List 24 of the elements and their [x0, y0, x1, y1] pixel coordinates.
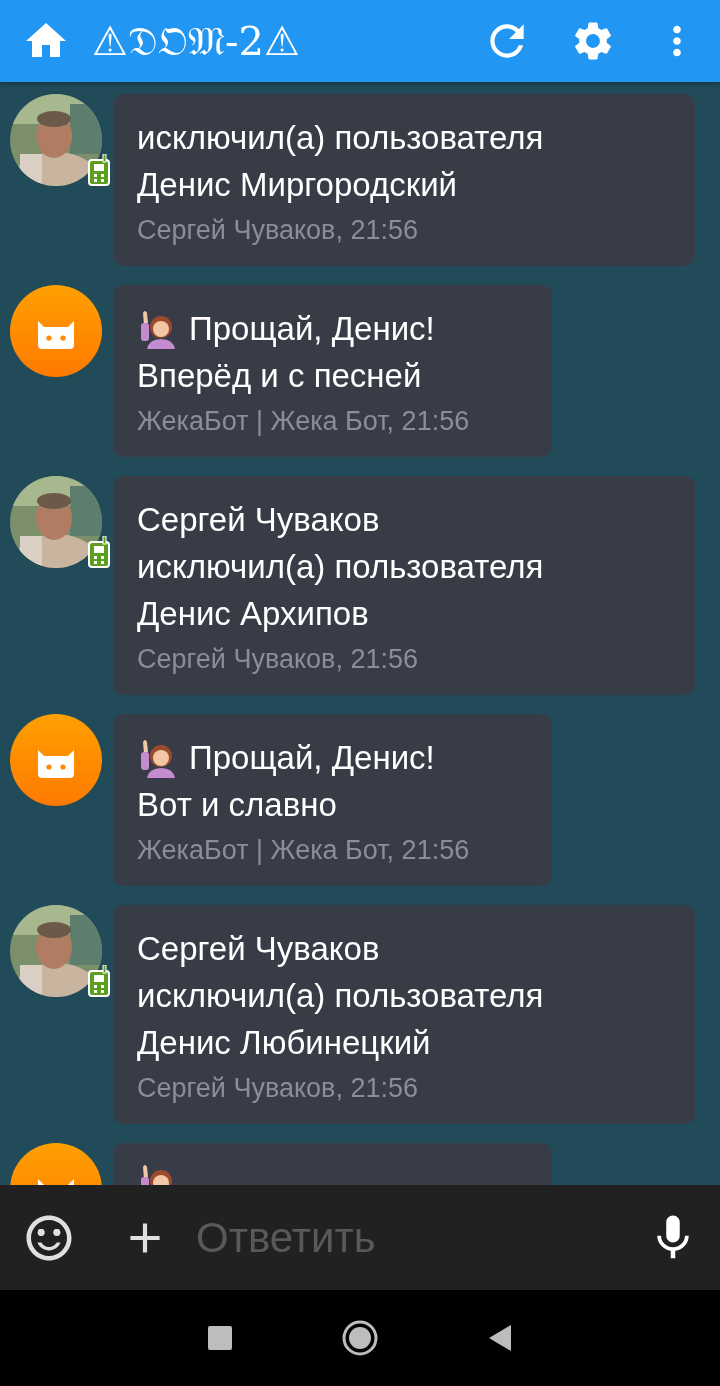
message-meta: Сергей Чуваков, 21:56	[137, 1072, 419, 1105]
message-text: Вперёд и с песней	[137, 356, 422, 396]
chat-title: ⚠𝔇𝔒𝔐-2⚠	[92, 17, 301, 65]
phone-icon	[88, 154, 110, 186]
message-meta: Сергей Чуваков, 21:56	[137, 643, 419, 676]
message-text: исключил(а) пользователя	[137, 118, 544, 158]
back-icon[interactable]	[488, 1324, 512, 1352]
phone-icon	[88, 536, 110, 568]
message-text: Сергей Чуваков	[137, 500, 380, 540]
message-text: Прощай, Денис!	[189, 738, 435, 778]
message-text: Вот и славно	[137, 785, 337, 825]
phone-icon	[88, 965, 110, 997]
message-text: исключил(а) пользователя	[137, 547, 544, 587]
home-button-icon[interactable]	[342, 1320, 378, 1356]
message-text: Прощай, Денис!	[189, 309, 435, 349]
message-text: Денис Архипов	[137, 594, 369, 634]
message-text: Денис Миргородский	[137, 165, 457, 205]
message-text: Сергей Чуваков	[137, 929, 380, 969]
message-text: Денис Любинецкий	[137, 1023, 431, 1063]
message-meta: Сергей Чуваков, 21:56	[137, 214, 419, 247]
message-meta: ЖекаБот | Жека Бот, 21:56	[137, 834, 471, 867]
message-text: исключил(а) пользователя	[137, 976, 544, 1016]
message-meta: ЖекаБот | Жека Бот, 21:56	[137, 405, 471, 438]
reply-input[interactable]: Ответить	[194, 1212, 622, 1263]
